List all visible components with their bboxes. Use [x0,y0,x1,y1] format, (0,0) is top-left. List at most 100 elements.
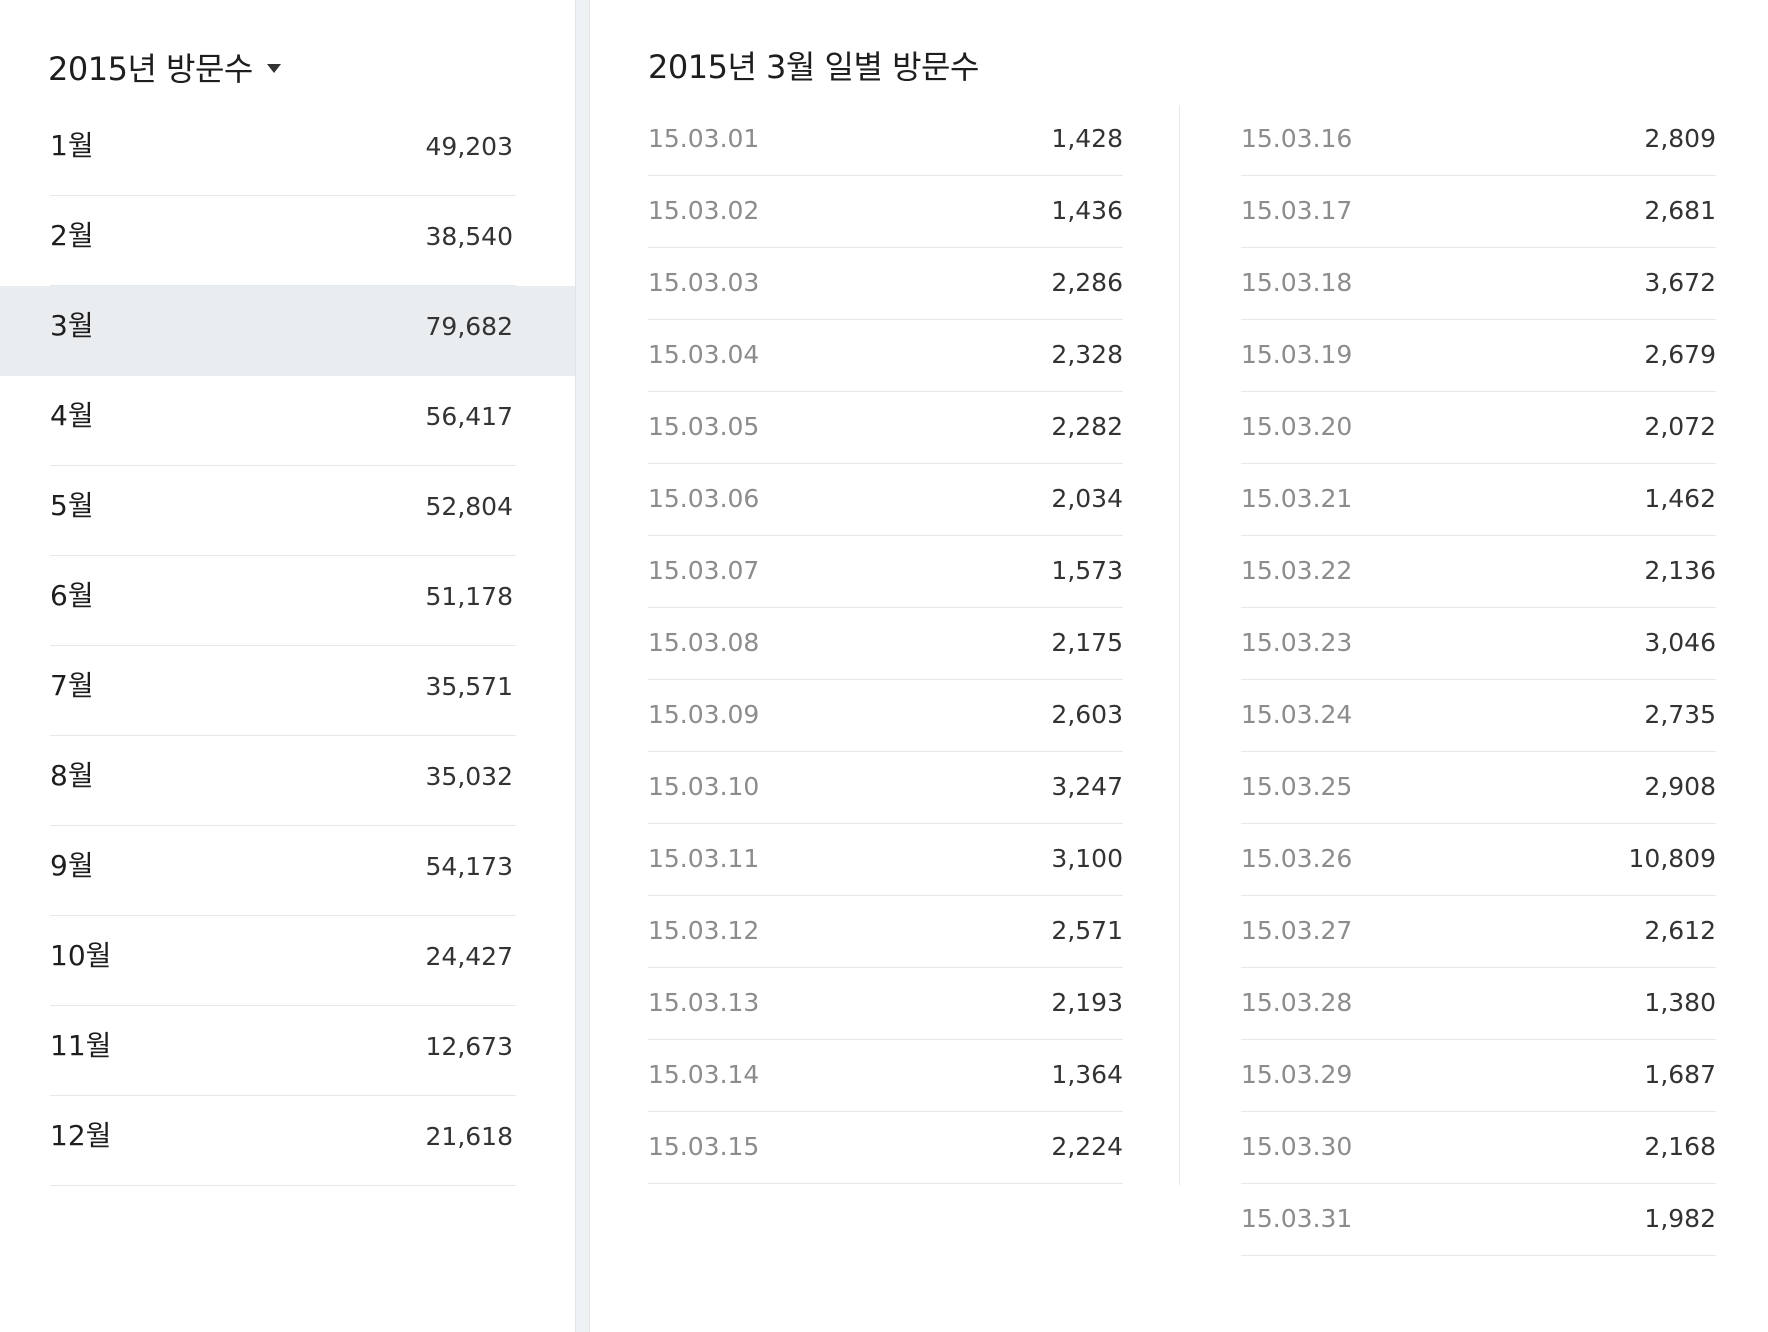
daily-row: 15.03.24 2,735 [1241,680,1716,752]
daily-date: 15.03.05 [648,412,760,441]
daily-date: 15.03.10 [648,772,760,801]
daily-date: 15.03.29 [1241,1060,1353,1089]
daily-date: 15.03.04 [648,340,760,369]
month-row[interactable]: 11월 12,673 [0,1006,575,1096]
daily-date: 15.03.02 [648,196,760,225]
monthly-visits-panel: 2015년 방문수 1월 49,203 2월 38,540 3월 79,682 4월 56,4… [0,0,575,1332]
month-label: 12월 [50,1119,112,1152]
daily-visit-count: 2,136 [1644,556,1716,585]
daily-date: 15.03.06 [648,484,760,513]
daily-visit-count: 2,603 [1051,700,1123,729]
daily-row: 15.03.15 2,224 [648,1112,1123,1184]
month-row[interactable]: 2월 38,540 [0,196,575,286]
month-row-content: 11월 12,673 [50,1006,516,1096]
month-row[interactable]: 8월 35,032 [0,736,575,826]
daily-date: 15.03.01 [648,124,760,153]
month-row-content: 1월 49,203 [50,106,516,196]
daily-visit-count: 2,175 [1051,628,1123,657]
daily-visit-count: 2,168 [1644,1132,1716,1161]
month-visit-count: 49,203 [425,132,513,161]
daily-visit-count: 3,672 [1644,268,1716,297]
daily-row: 15.03.02 1,436 [648,176,1123,248]
month-row[interactable]: 5월 52,804 [0,466,575,556]
month-label: 5월 [50,489,94,522]
daily-row: 15.03.25 2,908 [1241,752,1716,824]
daily-date: 15.03.22 [1241,556,1353,585]
month-row[interactable]: 3월 79,682 [0,286,575,376]
daily-visit-count: 2,681 [1644,196,1716,225]
month-visit-count: 35,032 [425,762,513,791]
daily-visit-count: 1,687 [1644,1060,1716,1089]
month-row[interactable]: 12월 21,618 [0,1096,575,1186]
daily-row: 15.03.22 2,136 [1241,536,1716,608]
month-row-content: 4월 56,417 [50,376,516,466]
daily-row: 15.03.31 1,982 [1241,1184,1716,1256]
daily-row: 15.03.12 2,571 [648,896,1123,968]
month-row-content: 9월 54,173 [50,826,516,916]
daily-visit-count: 1,982 [1644,1204,1716,1233]
daily-row: 15.03.18 3,672 [1241,248,1716,320]
month-row[interactable]: 1월 49,203 [0,106,575,196]
daily-row: 15.03.29 1,687 [1241,1040,1716,1112]
daily-date: 15.03.27 [1241,916,1353,945]
daily-date: 15.03.23 [1241,628,1353,657]
month-visit-count: 38,540 [425,222,513,251]
daily-row: 15.03.04 2,328 [648,320,1123,392]
daily-date: 15.03.20 [1241,412,1353,441]
daily-date: 15.03.11 [648,844,760,873]
daily-row: 15.03.17 2,681 [1241,176,1716,248]
month-row[interactable]: 9월 54,173 [0,826,575,916]
month-row[interactable]: 10월 24,427 [0,916,575,1006]
caret-down-icon[interactable] [266,63,281,73]
month-visit-count: 56,417 [425,402,513,431]
month-visit-count: 12,673 [425,1032,513,1061]
daily-visit-count: 2,282 [1051,412,1123,441]
daily-visit-count: 3,247 [1051,772,1123,801]
daily-row: 15.03.03 2,286 [648,248,1123,320]
month-label: 8월 [50,759,94,792]
daily-visit-count: 2,908 [1644,772,1716,801]
daily-column-2: 15.03.16 2,809 15.03.17 2,681 15.03.18 3,672 1… [1241,104,1716,1256]
month-label: 11월 [50,1029,112,1062]
year-selector-dropdown[interactable]: 2015년 방문수 [48,42,281,92]
month-list: 1월 49,203 2월 38,540 3월 79,682 4월 56,417 5월 52,804… [0,106,575,1186]
month-label: 9월 [50,849,94,882]
daily-row: 15.03.13 2,193 [648,968,1123,1040]
daily-row: 15.03.11 3,100 [648,824,1123,896]
daily-visit-count: 10,809 [1628,844,1716,873]
daily-visit-count: 1,364 [1051,1060,1123,1089]
monthly-visits-title: 2015년 방문수 [48,50,253,88]
month-label: 6월 [50,579,94,612]
daily-visit-count: 1,380 [1644,988,1716,1017]
month-row[interactable]: 6월 51,178 [0,556,575,646]
daily-date: 15.03.09 [648,700,760,729]
daily-visit-count: 2,735 [1644,700,1716,729]
daily-visits-panel: 2015년 3월 일별 방문수 15.03.01 1,428 15.03.02 1,4… [590,0,1768,1332]
daily-date: 15.03.16 [1241,124,1353,153]
month-row-content: 2월 38,540 [50,196,516,286]
daily-visit-count: 1,573 [1051,556,1123,585]
daily-row: 15.03.05 2,282 [648,392,1123,464]
month-row[interactable]: 7월 35,571 [0,646,575,736]
daily-row: 15.03.06 2,034 [648,464,1123,536]
month-row[interactable]: 4월 56,417 [0,376,575,466]
month-visit-count: 79,682 [425,312,513,341]
month-label: 10월 [50,939,112,972]
month-label: 1월 [50,129,94,162]
daily-row: 15.03.23 3,046 [1241,608,1716,680]
daily-visit-count: 2,612 [1644,916,1716,945]
daily-date: 15.03.14 [648,1060,760,1089]
month-label: 2월 [50,219,94,252]
daily-date: 15.03.31 [1241,1204,1353,1233]
daily-date: 15.03.30 [1241,1132,1353,1161]
daily-row: 15.03.16 2,809 [1241,104,1716,176]
daily-visit-count: 2,571 [1051,916,1123,945]
daily-visit-count: 2,809 [1644,124,1716,153]
daily-date: 15.03.12 [648,916,760,945]
daily-row: 15.03.21 1,462 [1241,464,1716,536]
daily-visit-count: 2,193 [1051,988,1123,1017]
month-row-content: 3월 79,682 [50,286,516,376]
month-row-content: 6월 51,178 [50,556,516,646]
month-visit-count: 24,427 [425,942,513,971]
month-row-content: 8월 35,032 [50,736,516,826]
